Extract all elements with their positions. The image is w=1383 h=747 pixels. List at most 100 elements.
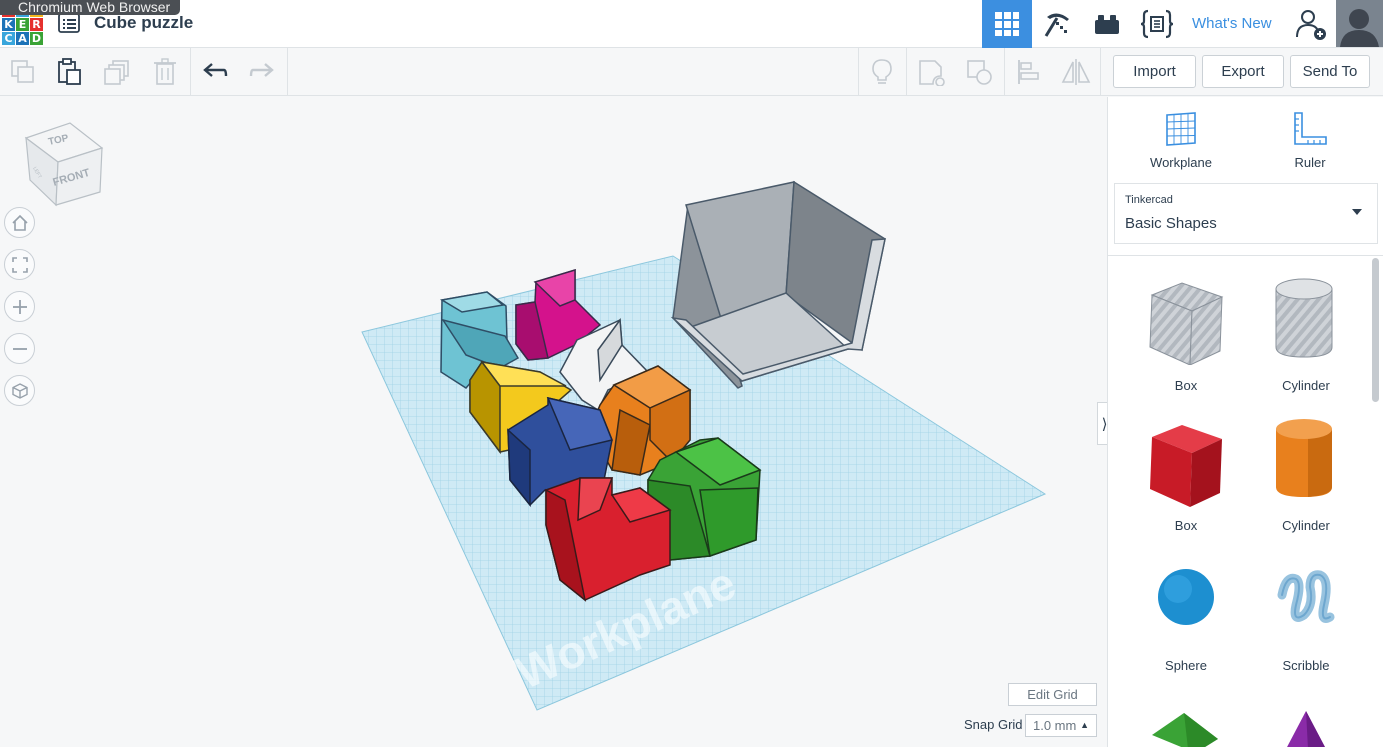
ungroup-icon	[967, 60, 992, 85]
sphere-icon	[1158, 569, 1214, 625]
fit-view-button[interactable]	[4, 249, 35, 280]
shape-cylinder[interactable]: Cylinder	[1246, 405, 1366, 545]
add-user-icon	[1296, 10, 1326, 40]
purple-cone-icon	[1287, 711, 1325, 747]
whats-new-link[interactable]: What's New	[1192, 15, 1272, 32]
logo-letter: D	[30, 32, 43, 45]
send-to-button[interactable]: Send To	[1290, 55, 1370, 88]
caret-up-icon: ▲	[1080, 720, 1089, 730]
scene-canvas: Workplane	[361, 180, 1047, 711]
add-user-button[interactable]	[1286, 0, 1336, 48]
shape-label: Cylinder	[1282, 378, 1330, 393]
library-name: Basic Shapes	[1125, 215, 1217, 232]
caret-down-icon	[1352, 209, 1362, 215]
snap-grid-value: 1.0 mm	[1033, 718, 1077, 733]
zoom-in-button[interactable]	[4, 291, 35, 322]
light-bulb-icon	[872, 59, 892, 84]
shape-cone[interactable]	[1276, 709, 1336, 747]
group-icon	[919, 60, 945, 86]
pickaxe-icon	[1044, 13, 1069, 37]
project-menu-icon[interactable]	[57, 12, 81, 34]
scribble-icon	[1277, 570, 1335, 623]
align-icon	[1018, 60, 1039, 84]
shape-scribble[interactable]: Scribble	[1246, 545, 1366, 685]
shape-library-select[interactable]: Tinkercad Basic Shapes	[1114, 183, 1378, 244]
toolbar-divider	[1004, 48, 1005, 96]
duplicate-icon	[104, 60, 129, 85]
shape-roof[interactable]	[1146, 709, 1226, 747]
box-hole-icon	[1149, 282, 1224, 365]
duplicate-button[interactable]	[94, 48, 140, 96]
workplane-tool[interactable]: Workplane	[1121, 97, 1241, 181]
library-provider: Tinkercad	[1125, 194, 1173, 206]
toolbar-divider	[190, 48, 191, 96]
shapes-panel: Workplane Ruler Tinkercad Basic Shapes B…	[1107, 97, 1383, 747]
copy-icon	[11, 60, 34, 83]
logo-letter: C	[2, 32, 15, 45]
cylinder-hole-icon	[1275, 278, 1333, 358]
cylinder-orange-icon	[1276, 419, 1332, 497]
undo-icon	[203, 63, 228, 77]
minus-icon	[12, 347, 27, 350]
shape-label: Box	[1174, 378, 1198, 393]
group-button[interactable]	[908, 48, 954, 96]
align-button[interactable]	[1006, 48, 1052, 96]
mirror-button[interactable]	[1053, 48, 1099, 96]
import-button[interactable]: Import	[1113, 55, 1196, 88]
view-cube[interactable]: TOP FRONT LEFT	[18, 120, 108, 210]
mirror-icon	[1061, 59, 1091, 85]
undo-button[interactable]	[192, 48, 238, 96]
box-red-icon	[1150, 425, 1222, 507]
toolbar-divider	[1100, 48, 1101, 96]
fit-view-icon	[11, 256, 28, 273]
codeblocks-icon	[1140, 9, 1174, 39]
green-roof-icon	[1152, 713, 1218, 747]
shape-label: Box	[1174, 518, 1198, 533]
toolbar-divider	[287, 48, 288, 96]
perspective-button[interactable]	[4, 375, 35, 406]
3d-design-button[interactable]	[982, 0, 1032, 48]
shape-box[interactable]: Box	[1126, 405, 1246, 545]
logo-letter: R	[30, 18, 43, 31]
ruler-tool[interactable]: Ruler	[1250, 97, 1370, 181]
logo-letter: E	[16, 18, 29, 31]
panel-divider	[1108, 255, 1383, 256]
edit-toolbar: Import Export Send To	[0, 48, 1383, 96]
delete-icon	[154, 58, 176, 85]
export-button[interactable]: Export	[1202, 55, 1284, 88]
shape-label: Scribble	[1282, 658, 1330, 673]
project-title[interactable]: Cube puzzle	[94, 13, 193, 33]
avatar[interactable]	[1336, 0, 1383, 47]
snap-grid-label: Snap Grid	[964, 717, 1023, 732]
zoom-out-button[interactable]	[4, 333, 35, 364]
app-header: T I N K E R C A D Chromium Web Browser C…	[0, 0, 1383, 48]
grid-view-icon	[995, 12, 1019, 36]
edit-grid-button[interactable]: Edit Grid	[1008, 683, 1097, 706]
shape-cylinder-hole[interactable]: Cylinder	[1246, 265, 1366, 405]
home-view-button[interactable]	[4, 207, 35, 238]
snap-grid-select[interactable]: 1.0 mm ▲	[1025, 714, 1097, 737]
delete-button[interactable]	[142, 48, 188, 96]
user-avatar-icon	[1336, 0, 1383, 47]
redo-button[interactable]	[239, 48, 285, 96]
toolbar-divider	[906, 48, 907, 96]
paste-icon	[58, 58, 81, 85]
workplane-icon	[1166, 112, 1196, 146]
ruler-tool-label: Ruler	[1294, 155, 1326, 170]
copy-button[interactable]	[0, 48, 46, 96]
shape-label: Sphere	[1165, 658, 1207, 673]
ruler-icon	[1294, 112, 1327, 145]
shape-box-hole[interactable]: Box	[1126, 265, 1246, 405]
bricks-button[interactable]	[1082, 0, 1132, 48]
ungroup-button[interactable]	[956, 48, 1002, 96]
circuits-button[interactable]	[1032, 0, 1082, 48]
logo-letter: K	[2, 18, 15, 31]
plus-icon	[12, 299, 27, 314]
show-all-button[interactable]	[859, 48, 905, 96]
shape-sphere[interactable]: Sphere	[1126, 545, 1246, 685]
3d-viewport[interactable]: Workplane TOP FRONT LEFT	[0, 97, 1107, 747]
panel-scrollbar[interactable]	[1372, 258, 1379, 402]
paste-button[interactable]	[46, 48, 92, 96]
logo-letter: A	[16, 32, 29, 45]
codeblocks-button[interactable]	[1132, 0, 1182, 48]
